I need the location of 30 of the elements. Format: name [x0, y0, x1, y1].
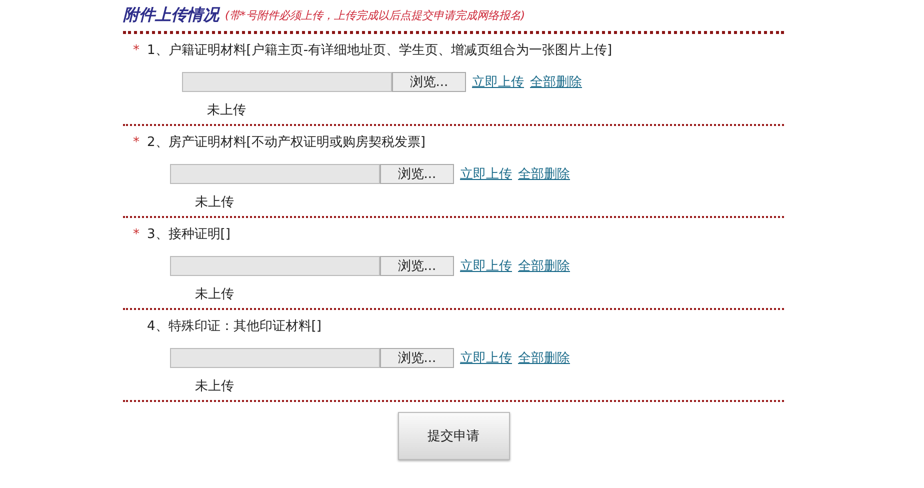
- browse-button[interactable]: 浏览...: [380, 256, 454, 276]
- delete-all-link[interactable]: 全部删除: [518, 257, 570, 275]
- file-input-field[interactable]: [170, 256, 380, 276]
- file-input-field[interactable]: [170, 164, 380, 184]
- item-label: 2、房产证明材料[不动产权证明或购房契税发票]: [147, 134, 426, 151]
- upload-status: 未上传: [195, 286, 235, 303]
- file-input-field[interactable]: [170, 348, 380, 368]
- file-input-field[interactable]: [182, 72, 392, 92]
- item-label: 3、接种证明[]: [147, 226, 230, 243]
- browse-button[interactable]: 浏览...: [380, 164, 454, 184]
- upload-link[interactable]: 立即上传: [460, 349, 512, 367]
- delete-all-link[interactable]: 全部删除: [518, 165, 570, 183]
- upload-link[interactable]: 立即上传: [460, 257, 512, 275]
- required-mark: *: [133, 134, 140, 150]
- upload-link[interactable]: 立即上传: [472, 73, 524, 91]
- required-mark: *: [133, 226, 140, 242]
- delete-all-link[interactable]: 全部删除: [518, 349, 570, 367]
- item-label: 4、特殊印证：其他印证材料[]: [147, 318, 322, 335]
- upload-link[interactable]: 立即上传: [460, 165, 512, 183]
- browse-button[interactable]: 浏览...: [380, 348, 454, 368]
- browse-button[interactable]: 浏览...: [392, 72, 466, 92]
- upload-status: 未上传: [195, 194, 235, 211]
- section-title: 附件上传情况: [123, 4, 219, 26]
- section-hint: (带*号附件必须上传，上传完成以后点提交申请完成网络报名): [225, 8, 526, 22]
- delete-all-link[interactable]: 全部删除: [530, 73, 582, 91]
- upload-status: 未上传: [195, 378, 235, 395]
- item-label: 1、户籍证明材料[户籍主页-有详细地址页、学生页、增减页组合为一张图片上传]: [147, 42, 612, 59]
- required-mark: *: [133, 42, 140, 58]
- submit-button[interactable]: 提交申请: [398, 412, 510, 460]
- upload-status: 未上传: [207, 102, 247, 119]
